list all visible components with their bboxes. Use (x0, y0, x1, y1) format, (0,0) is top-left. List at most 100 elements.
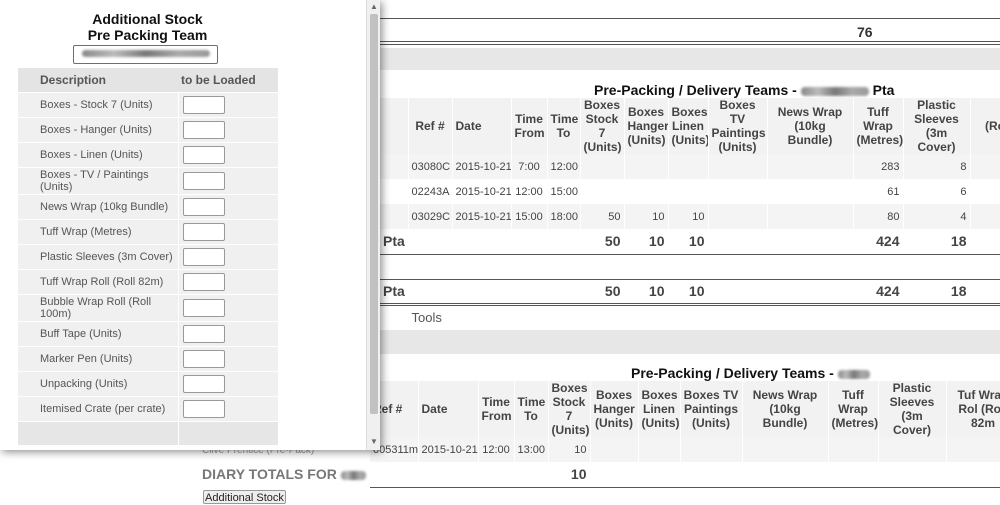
stock-item-label: Plastic Sleeves (3m Cover) (18, 243, 178, 269)
additional-stock-modal: Additional Stock Pre Packing Team Descri… (0, 0, 380, 450)
table-row: 005311m 2015-10-21 12:00 13:00 10 (370, 437, 1000, 462)
quantity-input[interactable] (182, 272, 225, 291)
stock-item-row: Itemised Crate (per crate) (18, 395, 278, 421)
redacted-name (800, 86, 869, 96)
stock-item-row: Tuff Wrap (Metres) (18, 218, 278, 244)
reference-input[interactable] (73, 45, 218, 64)
stock-item-row: News Wrap (10kg Bundle) (18, 193, 278, 219)
col-header: Boxes Stock 7 (Units) (580, 98, 625, 154)
stock-item-label: Tuff Wrap (Metres) (18, 218, 178, 244)
section1-title: Pre-Packing / Delivery Teams - Pta (594, 82, 895, 98)
stock-item-label: Boxes - Stock 7 (Units) (18, 91, 178, 117)
col-header: Boxes Stock 7 (Units) (548, 381, 591, 437)
col-header: News Wrap (10kg Bundle) (767, 98, 854, 154)
col-header: Plastic Sleeves (3m Cover) (903, 98, 971, 154)
col-header: Time To (514, 381, 549, 437)
stock-item-row: Marker Pen (Units) (18, 345, 278, 371)
tools-row: Tools (380, 304, 1000, 329)
col-description: Description (18, 68, 178, 92)
spacer-row (380, 254, 1000, 280)
quantity-input[interactable] (182, 324, 225, 343)
section2-title: Pre-Packing / Delivery Teams - (631, 365, 870, 381)
tools-label: Tools (408, 304, 548, 329)
stock-item-row: Boxes - Stock 7 (Units) (18, 91, 278, 117)
rule (370, 41, 1000, 42)
quantity-input[interactable] (182, 349, 225, 368)
quantity-input[interactable] (182, 145, 225, 164)
col-header: Tuff Wrap (Metres) (853, 98, 904, 154)
diary-totals-label: DIARY TOTALS FOR (202, 466, 366, 482)
quantity-input[interactable] (182, 120, 225, 139)
section1-table: Ref # Date Time From Time To Boxes Stock… (380, 98, 1000, 329)
section2-table: Ref # Date Time From Time To Boxes Stock… (370, 381, 1000, 488)
scrollbar-thumb[interactable] (370, 14, 378, 414)
col-header: Boxes TV Paintings (Units) (708, 98, 768, 154)
subtotal-row: Pta 50 10 10 424 18 (380, 229, 1000, 255)
section-separator (380, 330, 1000, 354)
col-header: (Ro (970, 98, 1000, 154)
modal-title: Additional Stock (92, 11, 203, 27)
col-header: Boxes Hanger (Units) (624, 98, 669, 154)
col-header: Boxes Linen (Units) (638, 381, 681, 437)
col-header: Boxes Hanger (Units) (590, 381, 639, 437)
stock-item-label: Tuff Wrap Roll (Roll 82m) (18, 268, 178, 294)
redacted-value (82, 50, 210, 57)
stock-item-label: Buff Tape (Units) (18, 320, 178, 346)
quantity-input[interactable] (182, 171, 225, 190)
quantity-input[interactable] (182, 399, 225, 418)
redacted-name (340, 470, 366, 480)
stock-item-label: Marker Pen (Units) (18, 345, 178, 371)
stock-item-label: Itemised Crate (per crate) (18, 395, 178, 421)
stock-item-row: Unpacking (Units) (18, 370, 278, 396)
col-blank (380, 98, 409, 154)
col-header: Date (418, 381, 479, 437)
table-row: 03029C 2015-10-21 15:00 18:00 50 10 10 8… (380, 204, 1000, 229)
rule (370, 18, 1000, 19)
stock-item-label: Boxes - Hanger (Units) (18, 116, 178, 142)
top-total-value: 76 (857, 24, 873, 40)
stock-item-label: Boxes - Linen (Units) (18, 141, 178, 167)
modal-scrollbar[interactable]: ▲ ▼ (366, 0, 380, 450)
stock-item-row: Buff Tape (Units) (18, 320, 278, 346)
col-header: Date (452, 98, 512, 154)
col-header: Tuf Wrap Rol (Roll 82m (946, 381, 1000, 437)
stock-item-label: News Wrap (10kg Bundle) (18, 193, 178, 219)
total-row: Pta 50 10 10 424 18 (380, 279, 1000, 306)
section-separator (380, 48, 1000, 70)
subtotal-row: 10 (370, 462, 1000, 488)
stock-item-row: Boxes - Hanger (Units) (18, 116, 278, 142)
stock-item-row: Boxes - Linen (Units) (18, 141, 278, 167)
col-header: Time From (478, 381, 515, 437)
stock-item-row: Bubble Wrap Roll (Roll 100m) (18, 293, 278, 321)
stock-item-label: Boxes - TV / Paintings (Units) (18, 166, 178, 194)
stock-item-row: Plastic Sleeves (3m Cover) (18, 243, 278, 269)
col-header: Boxes TV Paintings (Units) (680, 381, 743, 437)
quantity-input[interactable] (182, 222, 225, 241)
additional-stock-button[interactable]: Additional Stock (203, 490, 286, 504)
quantity-input[interactable] (182, 374, 225, 393)
rule (370, 44, 1000, 45)
col-header: Time To (547, 98, 581, 154)
quantity-input[interactable] (182, 247, 225, 266)
col-header: Ref # (408, 98, 453, 154)
col-header: Boxes Linen (Units) (668, 98, 709, 154)
redacted-name (837, 369, 870, 379)
modal-subtitle: Pre Packing Team (87, 27, 208, 43)
quantity-input[interactable] (182, 298, 225, 317)
stock-item-label: Unpacking (Units) (18, 370, 178, 396)
col-header: Time From (511, 98, 548, 154)
col-header: Plastic Sleeves (3m Cover) (878, 381, 947, 437)
table-row: 02243A 2015-10-21 12:00 15:00 61 6 (380, 179, 1000, 204)
scroll-down-arrow-icon[interactable]: ▼ (370, 437, 378, 446)
stock-table: Description to be Loaded Boxes - Stock 7… (18, 68, 278, 445)
stock-item-row: Tuff Wrap Roll (Roll 82m) (18, 268, 278, 294)
stock-item-label: Bubble Wrap Roll (Roll 100m) (18, 293, 178, 321)
col-header: Tuff Wrap (Metres) (828, 381, 879, 437)
stock-item-row: Boxes - TV / Paintings (Units) (18, 166, 278, 194)
quantity-input[interactable] (182, 197, 225, 216)
quantity-input[interactable] (182, 95, 225, 114)
col-header: News Wrap (10kg Bundle) (742, 381, 829, 437)
table-row: 03080C 2015-10-21 7:00 12:00 283 8 (380, 154, 1000, 179)
col-to-be-loaded: to be Loaded (178, 68, 278, 92)
scroll-up-arrow-icon[interactable]: ▲ (370, 2, 378, 11)
